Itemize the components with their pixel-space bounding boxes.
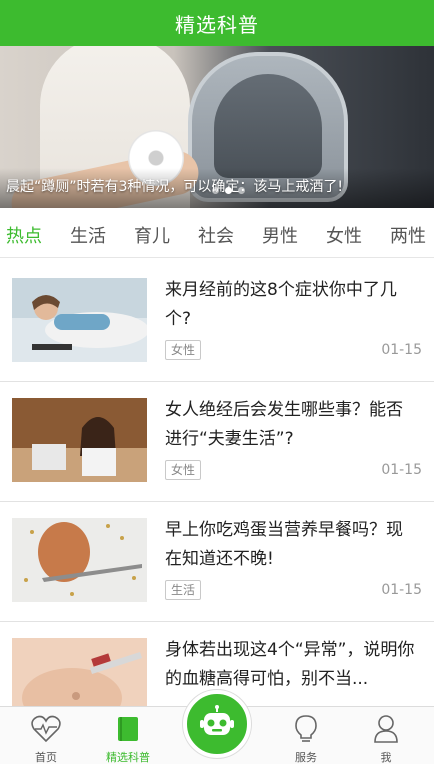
banner-caption[interactable]: 晨起“蹲厕”时若有3种情况，可以确定：该马上戒酒了! [6, 176, 343, 196]
nav-me-label: 我 [380, 751, 392, 764]
list-item[interactable]: 女人绝经后会发生哪些事？能否进行“夫妻生活”? 女性 01-15 [0, 382, 434, 502]
article-title: 来月经前的这8个症状你中了几个? [165, 280, 397, 329]
tab-men[interactable]: 男性 [262, 222, 298, 248]
category-badge: 生活 [165, 580, 202, 600]
person-icon [370, 713, 402, 745]
robot-icon [199, 705, 235, 743]
article-title: 女人绝经后会发生哪些事？能否进行“夫妻生活”? [165, 400, 403, 449]
tab-parenting[interactable]: 育儿 [134, 222, 170, 248]
category-badge: 女性 [165, 340, 202, 360]
nav-me[interactable]: 我 [346, 707, 426, 764]
nav-science-label: 精选科普 [106, 751, 150, 764]
article-thumbnail [12, 398, 147, 482]
category-tabs: 热点 生活 育儿 社会 男性 女性 两性 [0, 208, 434, 258]
carousel-dot-active [225, 187, 232, 194]
article-thumbnail [12, 278, 147, 362]
article-title: 身体若出现这4个“异常”，说明你的血糖高得可怕，别不当... [165, 640, 415, 689]
nav-service-label: 服务 [295, 751, 317, 764]
article-thumbnail [12, 518, 147, 602]
article-title: 早上你吃鸡蛋当营养早餐吗？现在知道还不晚! [165, 520, 403, 569]
app-header: 精选科普 [0, 0, 434, 46]
nav-service[interactable]: 服务 [266, 707, 346, 764]
list-item[interactable]: 早上你吃鸡蛋当营养早餐吗？现在知道还不晚! 生活 01-15 [0, 502, 434, 622]
tab-life[interactable]: 生活 [70, 222, 106, 248]
book-icon [112, 713, 144, 745]
article-date: 01-15 [381, 462, 422, 478]
article-date: 01-15 [381, 342, 422, 358]
category-badge: 女性 [165, 460, 202, 480]
carousel-indicator [212, 187, 245, 194]
banner-carousel[interactable]: 晨起“蹲厕”时若有3种情况，可以确定：该马上戒酒了! [0, 46, 434, 208]
lightbulb-icon [290, 713, 322, 745]
nav-home[interactable]: 首页 [6, 707, 86, 764]
list-item[interactable]: 来月经前的这8个症状你中了几个? 女性 01-15 [0, 262, 434, 382]
nav-science[interactable]: 精选科普 [88, 707, 168, 764]
tab-hot[interactable]: 热点 [6, 222, 42, 248]
tab-sexes[interactable]: 两性 [390, 222, 426, 248]
article-date: 01-15 [381, 582, 422, 598]
tab-women[interactable]: 女性 [326, 222, 362, 248]
robot-assistant-button[interactable] [183, 690, 251, 758]
page-title: 精选科普 [175, 12, 259, 37]
carousel-dot [212, 187, 219, 194]
nav-home-label: 首页 [35, 751, 57, 764]
tab-society[interactable]: 社会 [198, 222, 234, 248]
heart-pulse-icon [30, 713, 62, 745]
carousel-dot [238, 187, 245, 194]
